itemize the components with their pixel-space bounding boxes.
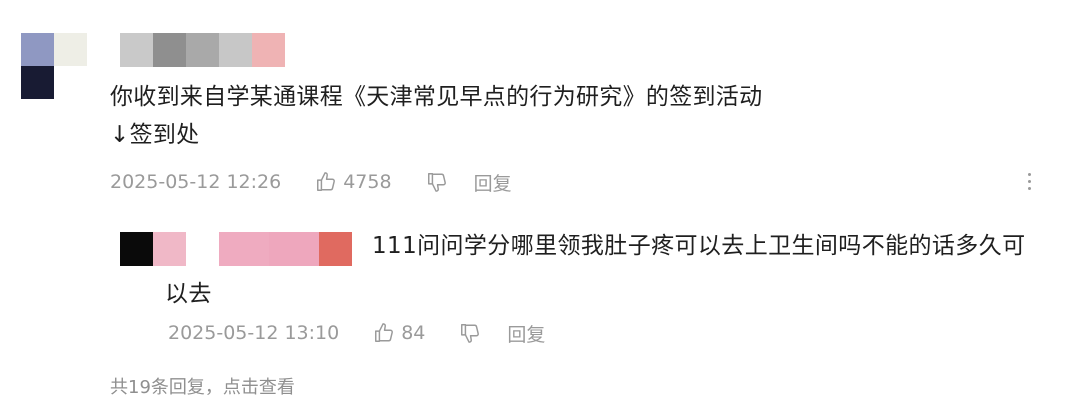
thumbs-up-icon bbox=[315, 171, 337, 193]
username-pixel bbox=[186, 33, 219, 67]
like-button[interactable]: 4758 bbox=[315, 171, 392, 193]
reply-text-line: 111问问学分哪里领我肚子疼可以去上卫生间吗不能的话多久可 bbox=[372, 233, 1026, 259]
reply-text-line: 以去 bbox=[165, 281, 212, 307]
reply-button[interactable]: 回复 bbox=[474, 169, 512, 196]
comment-text: 你收到来自学某通课程《天津常见早点的行为研究》的签到活动 ↓签到处 bbox=[110, 78, 1050, 154]
avatar-pixel bbox=[21, 33, 54, 66]
reply-meta: 2025-05-12 13:10 84 回复 bbox=[168, 318, 545, 348]
avatar-pixel bbox=[21, 66, 54, 99]
reply-text: 111问问学分哪里领我肚子疼可以去上卫生间吗不能的话多久可 以去 bbox=[165, 222, 1065, 318]
username-pixel bbox=[120, 33, 153, 67]
reply-button[interactable]: 回复 bbox=[507, 320, 545, 347]
username[interactable] bbox=[120, 33, 285, 67]
more-dot bbox=[1028, 173, 1031, 176]
comment-text-line: ↓签到处 bbox=[110, 122, 200, 148]
comment-timestamp: 2025-05-12 12:26 bbox=[110, 171, 282, 193]
username-pixel bbox=[219, 33, 252, 67]
more-vertical-icon[interactable] bbox=[1028, 173, 1032, 190]
comment-meta: 2025-05-12 12:26 4758 回复 bbox=[110, 167, 512, 197]
more-dot bbox=[1028, 187, 1031, 190]
more-dot bbox=[1028, 180, 1031, 183]
view-more-replies-link[interactable]: 共19条回复，点击查看 bbox=[110, 373, 295, 399]
reply: 111问问学分哪里领我肚子疼可以去上卫生间吗不能的话多久可 以去 2025-05… bbox=[0, 210, 1080, 370]
like-button[interactable]: 84 bbox=[373, 322, 425, 344]
like-count: 4758 bbox=[343, 171, 392, 193]
comment: 你收到来自学某通课程《天津常见早点的行为研究》的签到活动 ↓签到处 2025-0… bbox=[0, 0, 1080, 210]
thumbs-up-icon bbox=[373, 322, 395, 344]
thumbs-down-icon bbox=[459, 322, 481, 344]
dislike-button[interactable] bbox=[459, 322, 481, 344]
username-pixel bbox=[153, 33, 186, 67]
reply-timestamp: 2025-05-12 13:10 bbox=[168, 322, 340, 344]
avatar[interactable] bbox=[21, 33, 87, 99]
like-count: 84 bbox=[401, 322, 426, 344]
username-pixel bbox=[252, 33, 285, 67]
comment-text-line: 你收到来自学某通课程《天津常见早点的行为研究》的签到活动 bbox=[110, 84, 763, 110]
dislike-button[interactable] bbox=[426, 171, 448, 193]
thumbs-down-icon bbox=[426, 171, 448, 193]
username-pixel bbox=[120, 232, 153, 266]
avatar-pixel bbox=[54, 33, 87, 66]
